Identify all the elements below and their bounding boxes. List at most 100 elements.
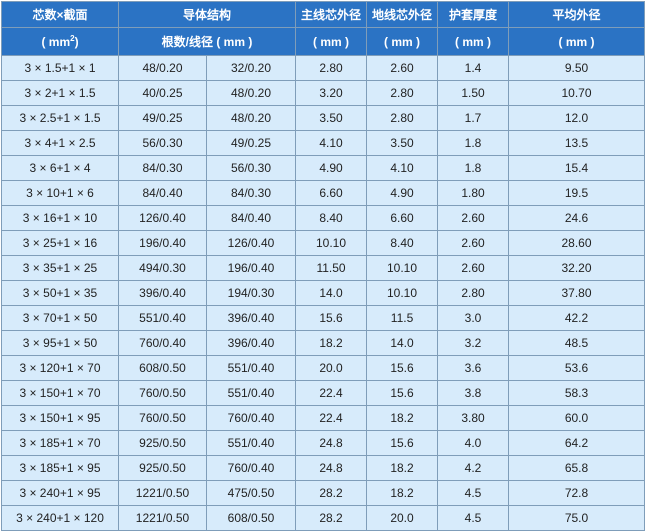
- table-row: 3 × 10+1 × 6 84/0.40 84/0.30 6.60 4.90 1.80 19…: [1, 180, 645, 206]
- cell-sheath-thickness: 1.4: [437, 55, 510, 81]
- cell-main-conductor-strands: 760/0.50: [118, 405, 207, 431]
- table-row: 3 × 150+1 × 95 760/0.50 760/0.40 22.4 18.2 3.…: [1, 405, 645, 431]
- header-cross-section-unit: ( mm2): [1, 27, 119, 56]
- header-sheath-thickness: 护套厚度: [437, 1, 510, 28]
- cell-main-conductor-strands: 551/0.40: [118, 305, 207, 331]
- header-strand-count-diameter: 根数/线径 ( mm ): [117, 27, 297, 56]
- cell-cores-cross-section: 3 × 185+1 × 95: [1, 455, 119, 481]
- cell-average-diameter: 72.8: [508, 480, 645, 506]
- cell-cores-cross-section: 3 × 2+1 × 1.5: [1, 80, 119, 106]
- header-average-diameter: 平均外径: [508, 1, 645, 28]
- cell-main-conductor-strands: 494/0.30: [118, 255, 207, 281]
- cell-cores-cross-section: 3 × 150+1 × 95: [1, 405, 119, 431]
- cell-cores-cross-section: 3 × 50+1 × 35: [1, 280, 119, 306]
- cell-main-conductor-strands: 1221/0.50: [118, 480, 207, 506]
- cell-main-conductor-strands: 196/0.40: [118, 230, 207, 256]
- cell-main-core-diameter: 15.6: [295, 305, 368, 331]
- table-body: 3 × 1.5+1 × 1 48/0.20 32/0.20 2.80 2.60 1.4 9.…: [1, 55, 645, 531]
- table-row: 3 × 185+1 × 95 925/0.50 760/0.40 24.8 18.2 4.…: [1, 455, 645, 481]
- table-row: 3 × 120+1 × 70 608/0.50 551/0.40 20.0 15.6 3.…: [1, 355, 645, 381]
- cell-sheath-thickness: 3.80: [437, 405, 510, 431]
- cell-average-diameter: 15.4: [508, 155, 645, 181]
- cell-average-diameter: 53.6: [508, 355, 645, 381]
- cell-sheath-thickness: 2.60: [437, 230, 510, 256]
- cell-earth-core-diameter: 3.50: [366, 130, 439, 156]
- cell-sheath-thickness: 4.5: [437, 505, 510, 531]
- cell-sheath-thickness: 1.8: [437, 155, 510, 181]
- cell-earth-core-diameter: 8.40: [366, 230, 439, 256]
- header-sheath-unit: ( mm ): [437, 27, 510, 56]
- cable-spec-table: 芯数×截面 导体结构 主线芯外径 地线芯外径 护套厚度 平均外径 ( mm2) …: [1, 1, 645, 531]
- cell-earth-conductor-strands: 396/0.40: [205, 330, 297, 356]
- cell-average-diameter: 13.5: [508, 130, 645, 156]
- table-row: 3 × 150+1 × 70 760/0.50 551/0.40 22.4 15.6 3.…: [1, 380, 645, 406]
- cell-main-conductor-strands: 84/0.30: [118, 155, 207, 181]
- cell-earth-conductor-strands: 551/0.40: [205, 380, 297, 406]
- cell-main-core-diameter: 3.20: [295, 80, 368, 106]
- cell-cores-cross-section: 3 × 1.5+1 × 1: [1, 55, 119, 81]
- cell-earth-core-diameter: 14.0: [366, 330, 439, 356]
- cell-cores-cross-section: 3 × 6+1 × 4: [1, 155, 119, 181]
- cell-main-core-diameter: 4.90: [295, 155, 368, 181]
- cell-earth-core-diameter: 18.2: [366, 455, 439, 481]
- cell-cores-cross-section: 3 × 4+1 × 2.5: [1, 130, 119, 156]
- cell-average-diameter: 24.6: [508, 205, 645, 231]
- cell-sheath-thickness: 2.60: [437, 255, 510, 281]
- cell-sheath-thickness: 4.2: [437, 455, 510, 481]
- cell-cores-cross-section: 3 × 10+1 × 6: [1, 180, 119, 206]
- cell-earth-core-diameter: 2.80: [366, 105, 439, 131]
- cell-earth-conductor-strands: 32/0.20: [205, 55, 297, 81]
- cell-sheath-thickness: 1.7: [437, 105, 510, 131]
- cell-earth-conductor-strands: 49/0.25: [205, 130, 297, 156]
- cell-earth-core-diameter: 15.6: [366, 355, 439, 381]
- cell-sheath-thickness: 2.60: [437, 205, 510, 231]
- cell-average-diameter: 37.80: [508, 280, 645, 306]
- cell-earth-core-diameter: 18.2: [366, 405, 439, 431]
- cell-earth-conductor-strands: 608/0.50: [205, 505, 297, 531]
- header-earth-core-unit: ( mm ): [366, 27, 439, 56]
- cell-sheath-thickness: 3.0: [437, 305, 510, 331]
- header-row-2: ( mm2) 根数/线径 ( mm ) ( mm ) ( mm ) ( mm )…: [1, 27, 645, 56]
- cell-sheath-thickness: 3.6: [437, 355, 510, 381]
- cell-cores-cross-section: 3 × 16+1 × 10: [1, 205, 119, 231]
- cell-earth-conductor-strands: 84/0.30: [205, 180, 297, 206]
- cell-average-diameter: 42.2: [508, 305, 645, 331]
- cell-earth-conductor-strands: 126/0.40: [205, 230, 297, 256]
- cell-cores-cross-section: 3 × 35+1 × 25: [1, 255, 119, 281]
- cell-main-core-diameter: 18.2: [295, 330, 368, 356]
- cell-cores-cross-section: 3 × 240+1 × 120: [1, 505, 119, 531]
- cell-cores-cross-section: 3 × 240+1 × 95: [1, 480, 119, 506]
- cell-average-diameter: 9.50: [508, 55, 645, 81]
- table-row: 3 × 70+1 × 50 551/0.40 396/0.40 15.6 11.5 3.0…: [1, 305, 645, 331]
- cell-earth-core-diameter: 10.10: [366, 280, 439, 306]
- cell-earth-core-diameter: 15.6: [366, 380, 439, 406]
- cell-sheath-thickness: 1.80: [437, 180, 510, 206]
- table-row: 3 × 240+1 × 95 1221/0.50 475/0.50 28.2 18.2 4…: [1, 480, 645, 506]
- cell-main-core-diameter: 22.4: [295, 405, 368, 431]
- cell-average-diameter: 75.0: [508, 505, 645, 531]
- table-row: 3 × 35+1 × 25 494/0.30 196/0.40 11.50 10.10 2…: [1, 255, 645, 281]
- cell-sheath-thickness: 4.5: [437, 480, 510, 506]
- cell-main-conductor-strands: 1221/0.50: [118, 505, 207, 531]
- cell-main-conductor-strands: 925/0.50: [118, 455, 207, 481]
- cell-main-conductor-strands: 48/0.20: [118, 55, 207, 81]
- cell-average-diameter: 48.5: [508, 330, 645, 356]
- cell-cores-cross-section: 3 × 185+1 × 70: [1, 430, 119, 456]
- cell-average-diameter: 19.5: [508, 180, 645, 206]
- cell-earth-core-diameter: 20.0: [366, 505, 439, 531]
- table-row: 3 × 185+1 × 70 925/0.50 551/0.40 24.8 15.6 4.…: [1, 430, 645, 456]
- cell-earth-core-diameter: 2.80: [366, 80, 439, 106]
- cell-earth-core-diameter: 2.60: [366, 55, 439, 81]
- table-row: 3 × 25+1 × 16 196/0.40 126/0.40 10.10 8.40 2.…: [1, 230, 645, 256]
- cell-average-diameter: 28.60: [508, 230, 645, 256]
- table-row: 3 × 50+1 × 35 396/0.40 194/0.30 14.0 10.10 2.…: [1, 280, 645, 306]
- cell-main-core-diameter: 3.50: [295, 105, 368, 131]
- header-main-core-unit: ( mm ): [295, 27, 368, 56]
- cell-main-core-diameter: 22.4: [295, 380, 368, 406]
- cell-main-conductor-strands: 396/0.40: [118, 280, 207, 306]
- cell-main-core-diameter: 6.60: [295, 180, 368, 206]
- cell-average-diameter: 60.0: [508, 405, 645, 431]
- cell-earth-core-diameter: 18.2: [366, 480, 439, 506]
- cell-average-diameter: 58.3: [508, 380, 645, 406]
- cell-sheath-thickness: 1.50: [437, 80, 510, 106]
